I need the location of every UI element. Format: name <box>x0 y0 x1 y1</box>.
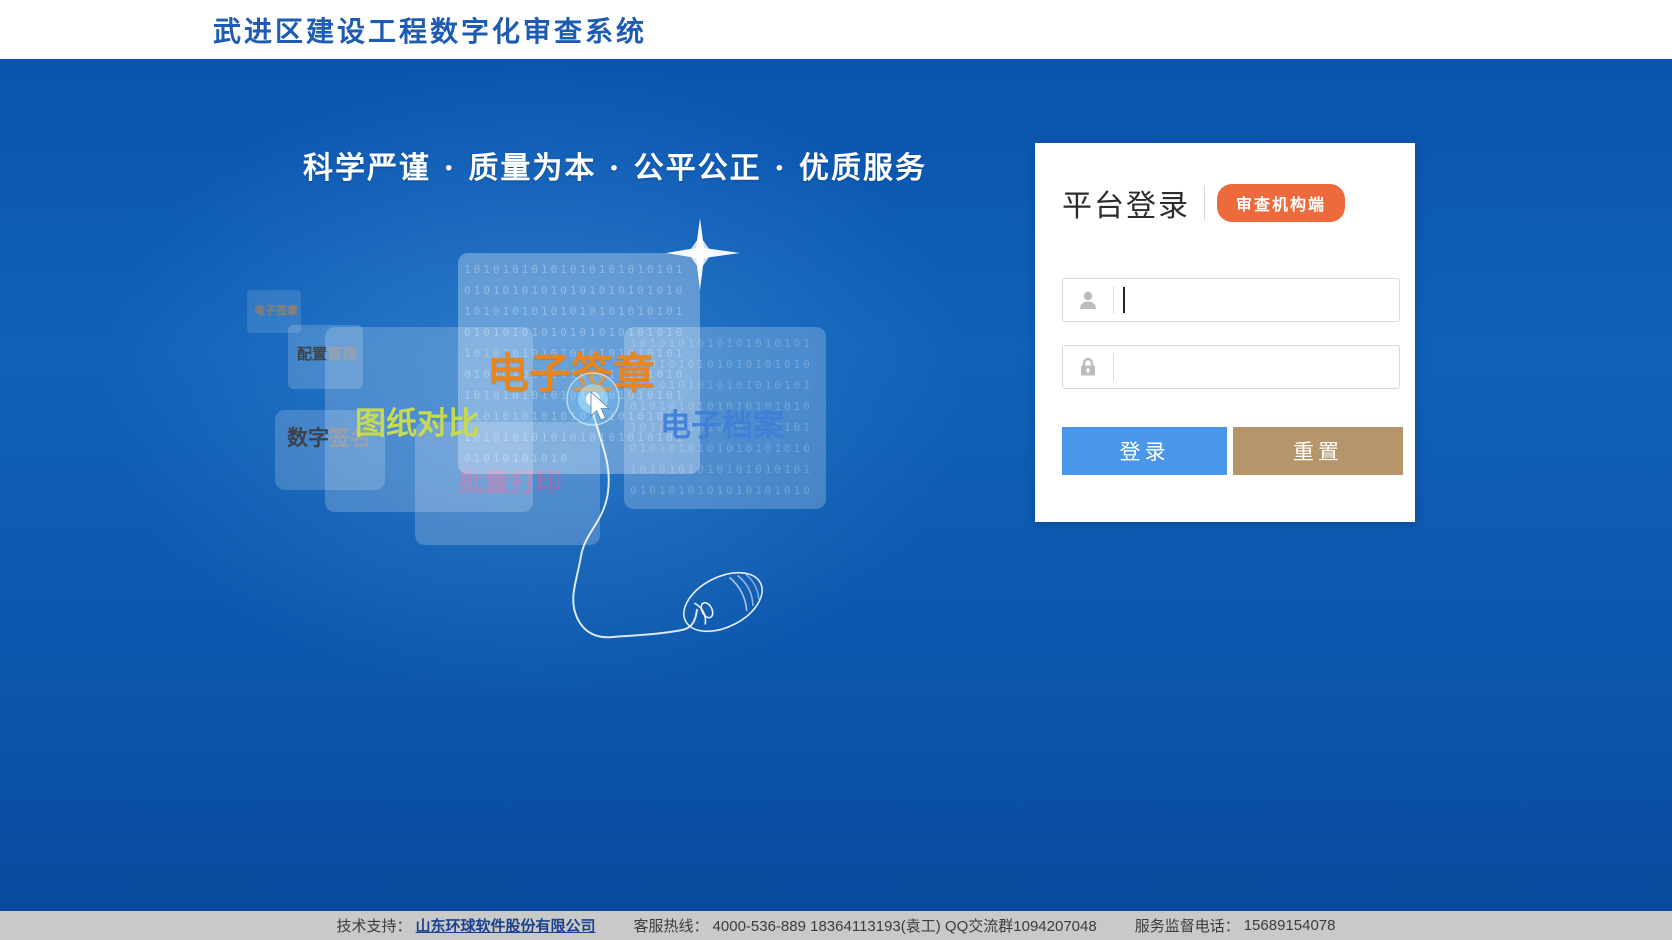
field-separator <box>1113 286 1114 314</box>
feature-graphic: 1010101010101010101010101010101010101010… <box>200 200 900 740</box>
username-field[interactable] <box>1062 278 1400 322</box>
login-card-header: 平台登录 审查机构端 <box>1062 185 1345 221</box>
hero-section: 科学严谨 · 质量为本 · 公平公正 · 优质服务 10101010101010… <box>0 59 1672 911</box>
feature-label-config: 配置管理 <box>297 343 357 364</box>
page-footer: 技术支持： 山东环球软件股份有限公司 客服热线： 4000-536-889 18… <box>0 911 1672 940</box>
role-badge[interactable]: 审查机构端 <box>1217 184 1345 222</box>
login-actions: 登录 重置 <box>1062 427 1403 475</box>
supervision-label: 服务监督电话： <box>1135 915 1240 936</box>
feature-label-electronic-archive: 电子档案 <box>660 400 784 445</box>
login-page: 武进区建设工程数字化审查系统 科学严谨 · 质量为本 · 公平公正 · 优质服务… <box>0 0 1672 940</box>
app-title: 武进区建设工程数字化审查系统 <box>213 10 647 50</box>
password-input[interactable] <box>1114 346 1399 388</box>
feature-label-drawing-compare: 图纸对比 <box>355 398 479 443</box>
feature-label-mini: 电子签章 <box>254 302 298 318</box>
login-title: 平台登录 <box>1062 181 1190 225</box>
password-field[interactable] <box>1062 345 1400 389</box>
login-button[interactable]: 登录 <box>1062 427 1227 475</box>
support-link[interactable]: 山东环球软件股份有限公司 <box>416 915 596 936</box>
login-card: 平台登录 审查机构端 <box>1035 143 1415 522</box>
supervision-value: 15689154078 <box>1244 917 1336 934</box>
slogan: 科学严谨 · 质量为本 · 公平公正 · 优质服务 <box>303 143 927 187</box>
hotline-value: 4000-536-889 18364113193(袁工) QQ交流群109420… <box>713 915 1097 936</box>
lock-icon <box>1063 355 1113 379</box>
config-label-dark: 配置 <box>297 346 327 363</box>
mouse-icon <box>674 561 772 644</box>
user-icon <box>1063 288 1113 312</box>
signature-label-dark: 数字 <box>287 427 329 450</box>
support-label: 技术支持： <box>337 915 412 936</box>
feature-label-electronic-seal: 电子签章 <box>487 340 655 401</box>
config-label-light: 管理 <box>327 346 357 363</box>
reset-button[interactable]: 重置 <box>1233 427 1403 475</box>
app-header: 武进区建设工程数字化审查系统 <box>0 0 1672 59</box>
hotline-label: 客服热线： <box>634 915 709 936</box>
divider <box>1204 186 1205 220</box>
username-input[interactable] <box>1125 279 1399 321</box>
